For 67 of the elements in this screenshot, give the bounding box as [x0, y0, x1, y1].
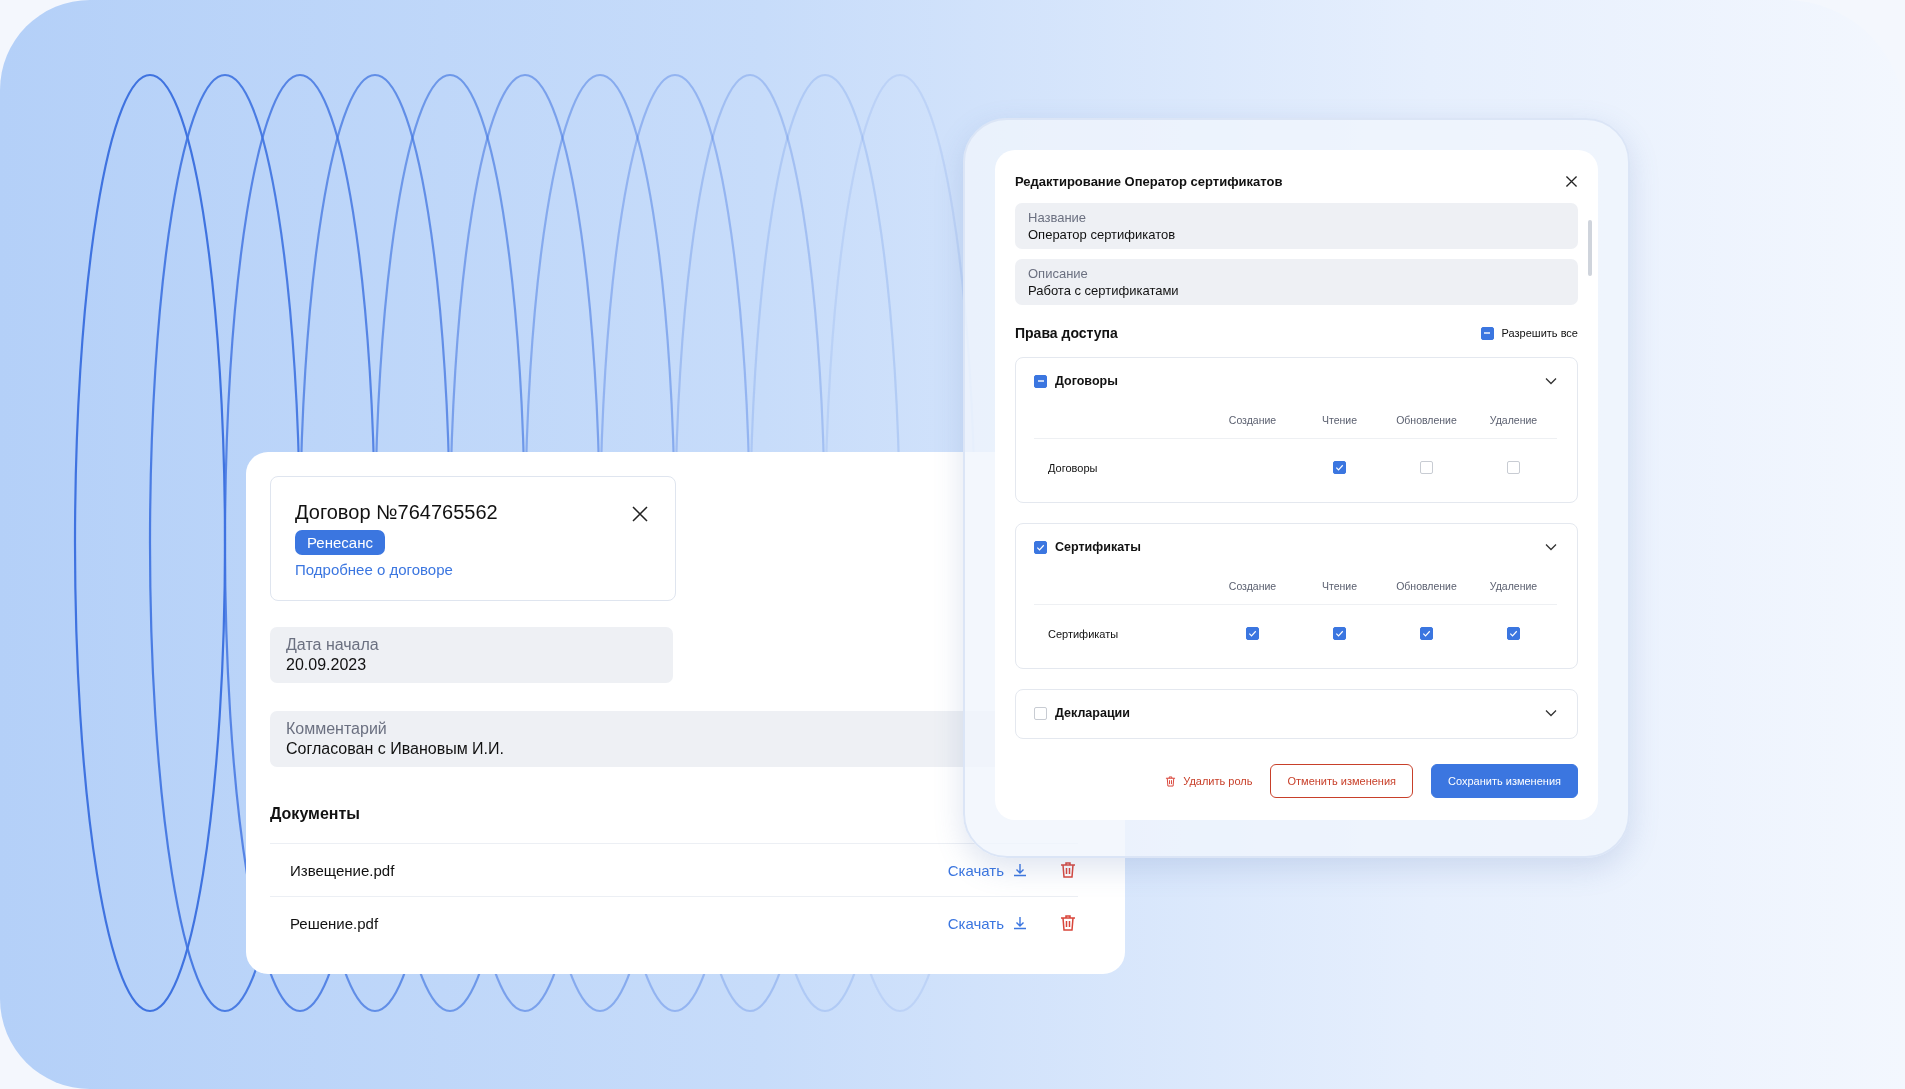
minus-icon [1036, 377, 1045, 385]
chevron-icon[interactable] [1545, 709, 1557, 717]
chevron-icon[interactable] [1545, 377, 1557, 385]
field-value: Согласован с Ивановым И.И. [286, 740, 505, 758]
field-label: Описание [1028, 266, 1089, 281]
checkbox[interactable] [1034, 706, 1047, 720]
chevron-icon[interactable] [1545, 543, 1557, 551]
field-label: Дата начала [286, 636, 380, 654]
contract-title: Договор №764765562 [295, 501, 498, 524]
text-field[interactable]: Дата начала 20.09.2023 [270, 627, 673, 683]
allow-all-label: Разрешить все [1501, 327, 1578, 339]
field-value: Оператор сертификатов [1028, 227, 1177, 242]
checkbox[interactable] [1507, 627, 1520, 640]
document-name: Извещение.pdf [290, 861, 396, 879]
field-value: Работа с сертификатами [1028, 283, 1180, 298]
scrollbar[interactable] [1588, 220, 1592, 276]
company-tag: Ренесанс [295, 530, 385, 555]
check-icon [1335, 629, 1344, 638]
contract-details-link[interactable]: Подробнее о договоре [295, 561, 453, 578]
section-title: Сертификаты [1055, 540, 1141, 554]
column-header: Чтение [1296, 388, 1383, 439]
column-header: Создание [1209, 388, 1296, 439]
column-header: Удаление [1470, 554, 1557, 605]
trash-icon[interactable] [1058, 913, 1078, 933]
trash-icon[interactable] [1164, 774, 1178, 788]
field-label: Название [1028, 210, 1088, 225]
document-name: Решение.pdf [290, 914, 380, 932]
documents-heading: Документы [270, 805, 361, 823]
check-icon [1422, 629, 1431, 638]
row-label: Договоры [1047, 460, 1099, 476]
checkbox[interactable] [1420, 461, 1433, 474]
row-label: Сертификаты [1047, 626, 1120, 642]
text-field[interactable]: Название Оператор сертификатов [1015, 203, 1578, 249]
checkbox[interactable] [1333, 461, 1346, 474]
checkbox[interactable] [1507, 461, 1520, 474]
cancel-button[interactable]: Отменить изменения [1270, 764, 1414, 798]
checkbox[interactable] [1480, 326, 1494, 340]
checkbox[interactable] [1333, 627, 1346, 640]
trash-icon[interactable] [1058, 860, 1078, 880]
section-title: Договоры [1055, 374, 1118, 388]
download-link[interactable]: Скачать [947, 861, 1004, 879]
download-icon[interactable] [1012, 862, 1028, 878]
check-icon [1248, 629, 1257, 638]
download-icon[interactable] [1012, 915, 1028, 931]
download-link[interactable]: Скачать [947, 914, 1004, 932]
close-icon[interactable] [1565, 175, 1578, 188]
column-header: Удаление [1470, 388, 1557, 439]
field-value: 20.09.2023 [286, 656, 368, 674]
permissions-heading: Права доступа [1015, 325, 1118, 341]
checkbox[interactable] [1420, 627, 1433, 640]
column-header: Создание [1209, 554, 1296, 605]
close-icon[interactable] [631, 505, 649, 523]
column-header: Обновление [1383, 554, 1470, 605]
check-icon [1036, 542, 1045, 552]
checkbox[interactable] [1034, 540, 1047, 554]
checkbox[interactable] [1246, 627, 1259, 640]
minus-icon [1483, 329, 1492, 337]
text-field[interactable]: Описание Работа с сертификатами [1015, 259, 1578, 305]
check-icon [1335, 463, 1344, 472]
column-header: Чтение [1296, 554, 1383, 605]
checkbox[interactable] [1034, 374, 1047, 388]
delete-role-button[interactable]: Удалить роль [1164, 764, 1253, 798]
dialog-title: Редактирование Оператор сертификатов [1015, 174, 1283, 189]
field-label: Комментарий [286, 720, 388, 738]
check-icon [1509, 629, 1518, 638]
save-button[interactable]: Сохранить изменения [1431, 764, 1578, 798]
column-header: Обновление [1383, 388, 1470, 439]
